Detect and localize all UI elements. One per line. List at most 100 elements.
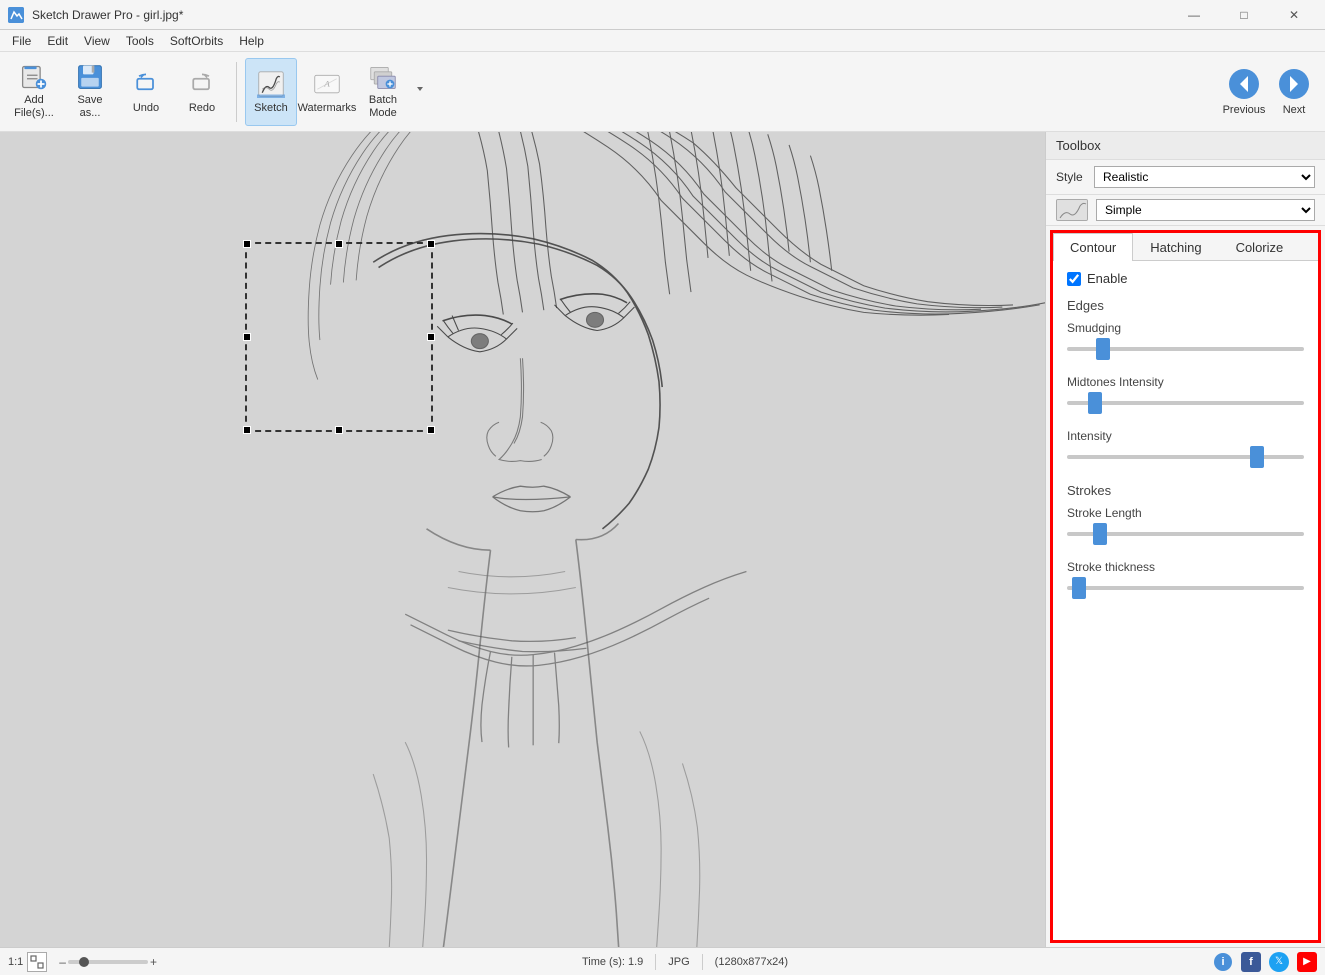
app-title: Sketch Drawer Pro - girl.jpg* xyxy=(32,8,1163,22)
status-sep-2 xyxy=(702,954,703,970)
stroke-length-track xyxy=(1067,524,1304,544)
toolbar-dropdown-arrow[interactable] xyxy=(415,82,425,101)
style-row: Style Realistic Cartoon Pencil Color xyxy=(1046,160,1325,195)
undo-label: Undo xyxy=(133,102,159,115)
add-files-button[interactable]: AddFile(s)... xyxy=(8,58,60,126)
app-icon xyxy=(8,7,24,23)
info-button[interactable]: i xyxy=(1213,952,1233,972)
status-bar: 1:1 – + Time (s): 1.9 JPG (1280x877x24) … xyxy=(0,947,1325,975)
menu-edit[interactable]: Edit xyxy=(39,30,76,52)
facebook-icon: f xyxy=(1241,952,1261,972)
facebook-button[interactable]: f xyxy=(1241,952,1261,972)
status-sep-1 xyxy=(655,954,656,970)
stroke-length-bg xyxy=(1067,532,1304,536)
zoom-thumb[interactable] xyxy=(79,957,89,967)
window-controls: — □ ✕ xyxy=(1171,0,1317,30)
tab-contour[interactable]: Contour xyxy=(1053,233,1133,261)
status-time: Time (s): 1.9 xyxy=(582,956,643,968)
stroke-thickness-bg xyxy=(1067,586,1304,590)
batch-mode-button[interactable]: BatchMode xyxy=(357,58,409,126)
style-select[interactable]: Realistic Cartoon Pencil Color xyxy=(1094,166,1315,188)
twitter-icon: 𝕏 xyxy=(1269,952,1289,972)
enable-label[interactable]: Enable xyxy=(1087,271,1127,286)
presets-row: Simple Detailed Portrait Landscape xyxy=(1046,195,1325,226)
menu-softorbits[interactable]: SoftOrbits xyxy=(162,30,231,52)
undo-icon xyxy=(130,68,162,100)
sketch-image xyxy=(0,132,1045,947)
twitter-button[interactable]: 𝕏 xyxy=(1269,952,1289,972)
smudging-label: Smudging xyxy=(1067,321,1304,335)
toolbox-panel: Toolbox Style Realistic Cartoon Pencil C… xyxy=(1045,132,1325,947)
previous-icon xyxy=(1228,68,1260,100)
preset-select[interactable]: Simple Detailed Portrait Landscape xyxy=(1096,199,1315,221)
stroke-thickness-label: Stroke thickness xyxy=(1067,560,1304,574)
menu-bar: File Edit View Tools SoftOrbits Help xyxy=(0,30,1325,52)
stroke-length-label: Stroke Length xyxy=(1067,506,1304,520)
minimize-button[interactable]: — xyxy=(1171,0,1217,30)
previous-button[interactable]: Previous xyxy=(1221,57,1267,127)
stroke-length-group: Stroke Length xyxy=(1067,506,1304,544)
toolbar-separator-1 xyxy=(236,62,237,122)
menu-tools[interactable]: Tools xyxy=(118,30,162,52)
redo-label: Redo xyxy=(189,102,215,115)
add-files-icon xyxy=(18,63,50,93)
youtube-button[interactable]: ▶ xyxy=(1297,952,1317,972)
style-label: Style xyxy=(1056,170,1086,184)
save-as-label: Saveas... xyxy=(77,94,102,120)
watermarks-button[interactable]: A Watermarks xyxy=(301,58,353,126)
stroke-thickness-track xyxy=(1067,578,1304,598)
main-content: Toolbox Style Realistic Cartoon Pencil C… xyxy=(0,132,1325,947)
zoom-display: 1:1 xyxy=(8,952,47,972)
batch-mode-label: BatchMode xyxy=(369,94,397,120)
youtube-icon: ▶ xyxy=(1297,952,1317,972)
midtones-group: Midtones Intensity xyxy=(1067,375,1304,413)
intensity-label: Intensity xyxy=(1067,429,1304,443)
next-button[interactable]: Next xyxy=(1271,57,1317,127)
smudging-bg xyxy=(1067,347,1304,351)
zoom-slider-area: – + xyxy=(59,955,157,969)
close-button[interactable]: ✕ xyxy=(1271,0,1317,30)
next-label: Next xyxy=(1283,104,1306,116)
sketch-icon xyxy=(255,68,287,100)
status-format: JPG xyxy=(668,956,689,968)
save-as-button[interactable]: Saveas... xyxy=(64,58,116,126)
zoom-level: 1:1 xyxy=(8,956,23,968)
batch-mode-icon xyxy=(367,63,399,93)
stroke-thickness-group: Stroke thickness xyxy=(1067,560,1304,598)
status-dimensions: (1280x877x24) xyxy=(715,956,788,968)
midtones-track xyxy=(1067,393,1304,413)
smudging-track xyxy=(1067,339,1304,359)
zoom-plus[interactable]: + xyxy=(150,955,157,969)
title-bar: Sketch Drawer Pro - girl.jpg* — □ ✕ xyxy=(0,0,1325,30)
toolbox-header: Toolbox xyxy=(1046,132,1325,160)
tabs: Contour Hatching Colorize xyxy=(1053,233,1318,261)
intensity-track xyxy=(1067,447,1304,467)
zoom-minus[interactable]: – xyxy=(59,955,66,969)
tab-colorize[interactable]: Colorize xyxy=(1219,233,1301,261)
enable-row: Enable xyxy=(1067,271,1304,286)
sketch-label: Sketch xyxy=(254,102,288,115)
nav-arrows: Previous Next xyxy=(1221,52,1317,132)
canvas-area[interactable] xyxy=(0,132,1045,947)
zoom-track[interactable] xyxy=(68,960,148,964)
next-icon xyxy=(1278,68,1310,100)
maximize-button[interactable]: □ xyxy=(1221,0,1267,30)
add-files-label: AddFile(s)... xyxy=(14,94,54,120)
menu-help[interactable]: Help xyxy=(231,30,272,52)
watermarks-icon: A xyxy=(311,68,343,100)
smudging-group: Smudging xyxy=(1067,321,1304,359)
undo-button[interactable]: Undo xyxy=(120,58,172,126)
toolbar: AddFile(s)... Saveas... Undo xyxy=(0,52,1325,132)
previous-label: Previous xyxy=(1223,104,1266,116)
zoom-fit-button[interactable] xyxy=(27,952,47,972)
menu-view[interactable]: View xyxy=(76,30,118,52)
enable-checkbox[interactable] xyxy=(1067,272,1081,286)
redo-icon xyxy=(186,68,218,100)
tab-hatching[interactable]: Hatching xyxy=(1133,233,1218,261)
midtones-label: Midtones Intensity xyxy=(1067,375,1304,389)
watermarks-label: Watermarks xyxy=(298,102,357,115)
menu-file[interactable]: File xyxy=(4,30,39,52)
redo-button[interactable]: Redo xyxy=(176,58,228,126)
tab-content: Enable Edges Smudging Midton xyxy=(1053,261,1318,624)
sketch-button[interactable]: Sketch xyxy=(245,58,297,126)
